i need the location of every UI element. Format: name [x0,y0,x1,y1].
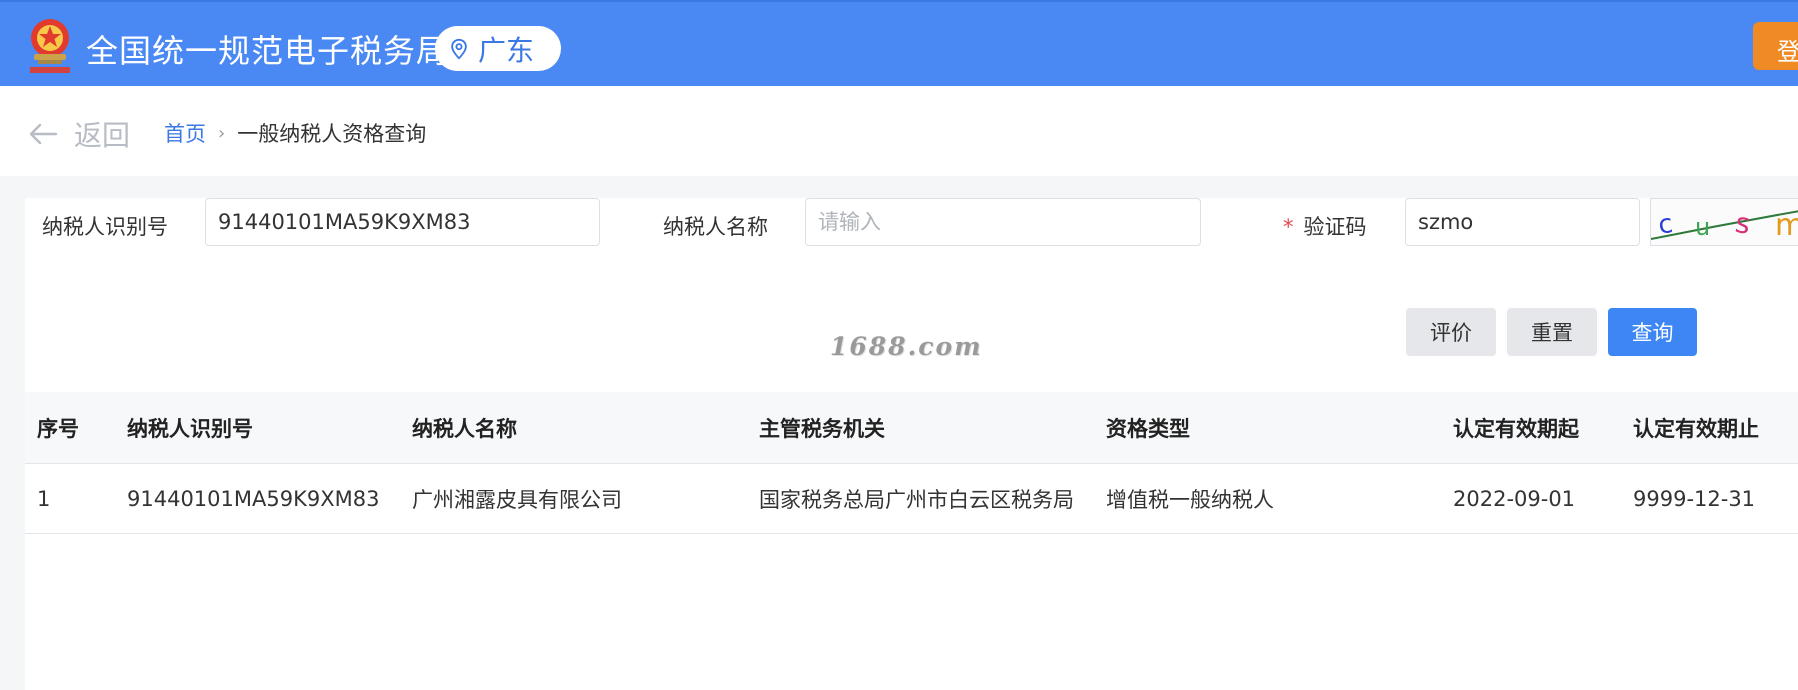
svg-text:m: m [1775,208,1798,243]
taxpayer-id-label: 纳税人识别号 [42,215,168,239]
breadcrumb-bar: 返回 首页 › 一般纳税人资格查询 [0,86,1798,176]
col-valid-to: 认定有效期止 [1633,416,1759,441]
table-row: 1 91440101MA59K9XM83 广州湘露皮具有限公司 国家税务总局广州… [25,464,1798,534]
cell-tax-authority: 国家税务总局广州市白云区税务局 [759,487,1074,512]
query-panel: 纳税人识别号 纳税人名称 * 验证码 c u s m 评价 重置 查询 1688.… [25,198,1798,690]
reset-button[interactable]: 重置 [1507,308,1597,356]
query-button[interactable]: 查询 [1608,308,1697,356]
taxpayer-id-input[interactable] [205,198,600,246]
col-valid-from: 认定有效期起 [1453,416,1579,441]
site-title: 全国统一规范电子税务局 [86,32,450,70]
evaluate-button[interactable]: 评价 [1406,308,1496,356]
col-tax-authority: 主管税务机关 [759,416,885,441]
arrow-left-icon [29,123,58,145]
breadcrumb-home-link[interactable]: 首页 [164,118,206,148]
taxpayer-name-input[interactable] [805,198,1201,246]
captcha-input[interactable] [1405,198,1640,246]
top-header: 全国统一规范电子税务局 广东 登录 [0,0,1798,86]
captcha-image[interactable]: c u s m [1650,198,1798,246]
breadcrumb-separator: › [218,122,226,144]
captcha-noise-icon: c u s m [1651,206,1798,243]
cell-qualification-type: 增值税一般纳税人 [1106,487,1274,512]
table-header: 序号 纳税人识别号 纳税人名称 主管税务机关 资格类型 认定有效期起 认定有效期… [25,392,1798,464]
col-index: 序号 [37,416,79,441]
col-taxpayer-id: 纳税人识别号 [127,416,253,441]
captcha-label: 验证码 [1303,215,1367,239]
captcha-label-group: * 验证码 [1283,211,1367,241]
svg-text:s: s [1733,206,1753,241]
cell-valid-from: 2022-09-01 [1453,486,1576,511]
back-button[interactable]: 返回 [28,114,130,154]
breadcrumb-current: 一般纳税人资格查询 [237,122,427,146]
cell-taxpayer-name: 广州湘露皮具有限公司 [412,487,622,512]
col-taxpayer-name: 纳税人名称 [412,416,517,441]
cell-taxpayer-id: 91440101MA59K9XM83 [127,486,380,511]
taxpayer-name-label: 纳税人名称 [663,215,768,239]
location-pin-icon [451,38,467,59]
svg-text:u: u [1695,213,1710,241]
cell-index: 1 [37,486,51,511]
back-label: 返回 [74,119,131,152]
watermark-text: 1688.com [830,332,983,361]
region-selector[interactable]: 广东 [435,26,561,71]
region-label: 广东 [478,33,535,67]
col-qualification-type: 资格类型 [1106,416,1190,441]
tax-emblem-icon [30,19,70,73]
required-mark: * [1283,215,1294,239]
svg-text:c: c [1656,209,1674,241]
breadcrumb: 首页 › 一般纳税人资格查询 [164,118,426,148]
login-button[interactable]: 登录 [1753,22,1798,70]
cell-valid-to: 9999-12-31 [1633,486,1756,511]
